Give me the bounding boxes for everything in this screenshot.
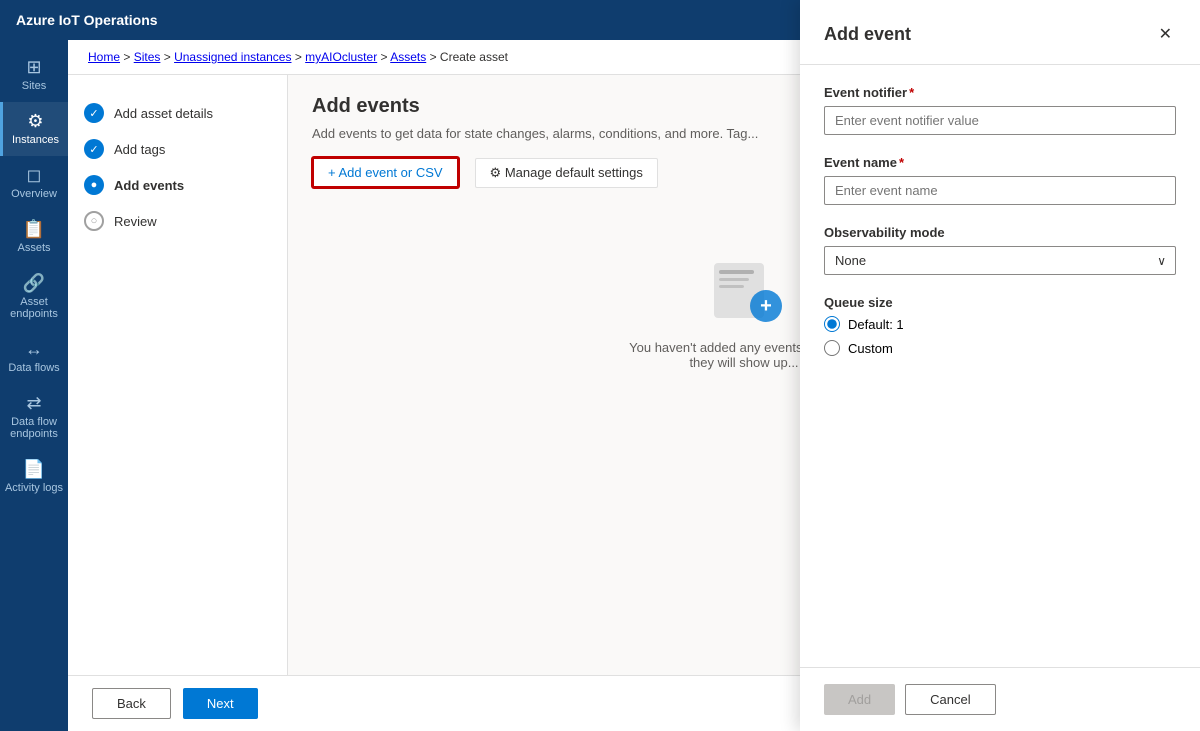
event-name-label: Event name* xyxy=(824,155,1176,170)
step-circle-4: ○ xyxy=(84,211,104,231)
step-label-3: Add events xyxy=(114,178,184,193)
step-add-tags: ✓ Add tags xyxy=(84,131,271,167)
queue-size-custom-radio[interactable] xyxy=(824,340,840,356)
sidebar-item-label: Data flow endpoints xyxy=(4,416,64,440)
panel-body: Event notifier* Event name* Observabilit… xyxy=(800,65,1200,667)
event-notifier-input[interactable] xyxy=(824,106,1176,135)
sidebar: ⊞ Sites ⚙ Instances ◻ Overview 📋 Assets … xyxy=(0,40,68,731)
step-add-asset-details: ✓ Add asset details xyxy=(84,95,271,131)
data-flows-icon: ↔ xyxy=(25,340,43,358)
svg-text:+: + xyxy=(760,295,772,317)
sidebar-item-instances[interactable]: ⚙ Instances xyxy=(0,102,68,156)
sidebar-item-label: Assets xyxy=(17,242,50,254)
instances-icon: ⚙ xyxy=(27,112,43,130)
close-panel-button[interactable]: ✕ xyxy=(1155,20,1176,48)
queue-size-radio-group: Default: 1 Custom xyxy=(824,316,1176,356)
sidebar-item-label: Asset endpoints xyxy=(4,296,64,320)
observability-mode-group: Observability mode None Gauge Counter Hi… xyxy=(824,225,1176,275)
empty-state-text2: they will show up... xyxy=(689,355,798,370)
step-circle-1: ✓ xyxy=(84,103,104,123)
activity-logs-icon: 📄 xyxy=(23,460,45,478)
queue-size-default-label: Default: 1 xyxy=(848,317,904,332)
asset-endpoints-icon: 🔗 xyxy=(23,274,45,292)
panel-header: Add event ✕ xyxy=(800,0,1200,65)
event-name-input[interactable] xyxy=(824,176,1176,205)
breadcrumb-home[interactable]: Home xyxy=(88,50,120,64)
breadcrumb-sites[interactable]: Sites xyxy=(134,50,161,64)
panel-title: Add event xyxy=(824,24,911,45)
queue-size-group: Queue size Default: 1 Custom xyxy=(824,295,1176,356)
observability-mode-select[interactable]: None Gauge Counter Histogram xyxy=(824,246,1176,275)
observability-mode-label: Observability mode xyxy=(824,225,1176,240)
step-review: ○ Review xyxy=(84,203,271,239)
app-title: Azure IoT Operations xyxy=(16,12,158,28)
back-button[interactable]: Back xyxy=(92,688,171,719)
step-circle-3: ● xyxy=(84,175,104,195)
manage-settings-button[interactable]: ⚙ Manage default settings xyxy=(475,158,658,188)
sidebar-item-assets[interactable]: 📋 Assets xyxy=(0,210,68,264)
sidebar-item-asset-endpoints[interactable]: 🔗 Asset endpoints xyxy=(0,264,68,330)
step-label-2: Add tags xyxy=(114,142,165,157)
required-star-2: * xyxy=(899,155,904,170)
assets-icon: 📋 xyxy=(23,220,45,238)
queue-size-custom-option[interactable]: Custom xyxy=(824,340,1176,356)
panel-footer: Add Cancel xyxy=(800,667,1200,731)
event-name-group: Event name* xyxy=(824,155,1176,205)
step-label-1: Add asset details xyxy=(114,106,213,121)
empty-state-illustration: + xyxy=(704,248,784,328)
required-star-1: * xyxy=(909,85,914,100)
sidebar-item-label: Activity logs xyxy=(5,482,63,494)
breadcrumb-cluster[interactable]: myAIOcluster xyxy=(305,50,377,64)
sidebar-item-label: Instances xyxy=(12,134,59,146)
breadcrumb-current: Create asset xyxy=(440,50,508,64)
step-add-events: ● Add events xyxy=(84,167,271,203)
right-panel: Add event ✕ Event notifier* Event name* … xyxy=(800,0,1200,731)
queue-size-default-radio[interactable] xyxy=(824,316,840,332)
sidebar-item-overview[interactable]: ◻ Overview xyxy=(0,156,68,210)
queue-size-default-option[interactable]: Default: 1 xyxy=(824,316,1176,332)
sidebar-item-data-flows[interactable]: ↔ Data flows xyxy=(0,330,68,384)
observability-mode-select-wrapper: None Gauge Counter Histogram ∨ xyxy=(824,246,1176,275)
sidebar-item-label: Data flows xyxy=(8,362,59,374)
cancel-button[interactable]: Cancel xyxy=(905,684,995,715)
overview-icon: ◻ xyxy=(27,166,42,184)
event-notifier-label: Event notifier* xyxy=(824,85,1176,100)
step-label-4: Review xyxy=(114,214,157,229)
sidebar-item-activity-logs[interactable]: 📄 Activity logs xyxy=(0,450,68,504)
sidebar-item-label: Sites xyxy=(22,80,46,92)
steps-panel: ✓ Add asset details ✓ Add tags ● Add eve… xyxy=(68,75,288,675)
event-notifier-group: Event notifier* xyxy=(824,85,1176,135)
sidebar-item-sites[interactable]: ⊞ Sites xyxy=(0,48,68,102)
step-circle-2: ✓ xyxy=(84,139,104,159)
sites-icon: ⊞ xyxy=(26,58,41,76)
add-event-button[interactable]: + Add event or CSV xyxy=(312,157,459,188)
next-button[interactable]: Next xyxy=(183,688,258,719)
add-button[interactable]: Add xyxy=(824,684,895,715)
data-flow-endpoints-icon: ⇄ xyxy=(26,394,41,412)
breadcrumb-assets[interactable]: Assets xyxy=(390,50,426,64)
queue-size-custom-label: Custom xyxy=(848,341,893,356)
breadcrumb-unassigned[interactable]: Unassigned instances xyxy=(174,50,291,64)
queue-size-label: Queue size xyxy=(824,295,1176,310)
sidebar-item-data-flow-endpoints[interactable]: ⇄ Data flow endpoints xyxy=(0,384,68,450)
sidebar-item-label: Overview xyxy=(11,188,57,200)
